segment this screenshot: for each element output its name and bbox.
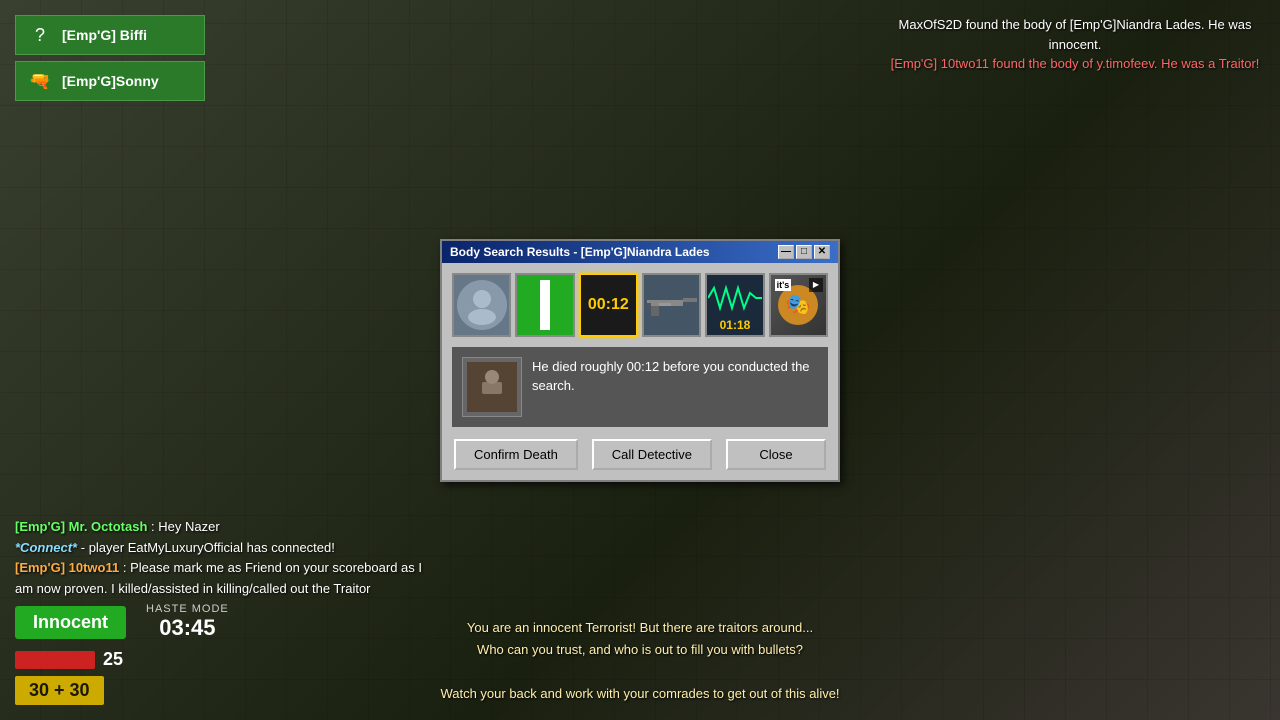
traitor-inner	[517, 275, 572, 335]
modal-overlay: Body Search Results - [Emp'G]Niandra Lad…	[0, 0, 1280, 720]
info-thumb-svg	[467, 362, 517, 412]
avatar-face	[457, 280, 507, 330]
info-box: He died roughly 00:12 before you conduct…	[452, 347, 828, 427]
its-label: it's	[775, 279, 792, 291]
signal-svg	[708, 278, 762, 318]
close-button[interactable]: Close	[726, 439, 826, 470]
close-window-button[interactable]: ✕	[814, 245, 830, 259]
modal-title: Body Search Results - [Emp'G]Niandra Lad…	[450, 245, 710, 259]
icon-slot-masked[interactable]: it's ▶ 🎭	[769, 273, 828, 337]
confirm-death-button[interactable]: Confirm Death	[454, 439, 578, 470]
titlebar-buttons: — □ ✕	[778, 245, 830, 259]
icon-row: 00:12	[452, 273, 828, 337]
masked-inner: it's ▶ 🎭	[771, 275, 826, 335]
signal-inner: 01:18	[707, 275, 762, 335]
button-row: Confirm Death Call Detective Close	[452, 439, 828, 470]
icon-slot-timer[interactable]: 00:12	[579, 273, 638, 337]
modal-body: 00:12	[442, 263, 838, 480]
info-text: He died roughly 00:12 before you conduct…	[532, 357, 818, 396]
avatar-svg	[462, 285, 502, 325]
icon-slot-signal[interactable]: 01:18	[705, 273, 764, 337]
timer-text: 00:12	[588, 296, 629, 314]
body-search-modal: Body Search Results - [Emp'G]Niandra Lad…	[440, 239, 840, 482]
play-icon: ▶	[809, 278, 823, 292]
call-detective-button[interactable]: Call Detective	[592, 439, 712, 470]
signal-time: 01:18	[720, 318, 751, 332]
timer-inner: 00:12	[581, 275, 636, 335]
restore-button[interactable]: □	[796, 245, 812, 259]
avatar-inner	[454, 275, 509, 335]
minimize-button[interactable]: —	[778, 245, 794, 259]
modal-titlebar: Body Search Results - [Emp'G]Niandra Lad…	[442, 241, 838, 263]
rifle-inner	[644, 275, 699, 335]
icon-slot-avatar[interactable]	[452, 273, 511, 337]
info-thumbnail	[462, 357, 522, 417]
rifle-svg	[645, 290, 699, 320]
traitor-icon-svg	[530, 280, 560, 330]
icon-slot-rifle[interactable]	[642, 273, 701, 337]
icon-slot-traitor[interactable]	[515, 273, 574, 337]
